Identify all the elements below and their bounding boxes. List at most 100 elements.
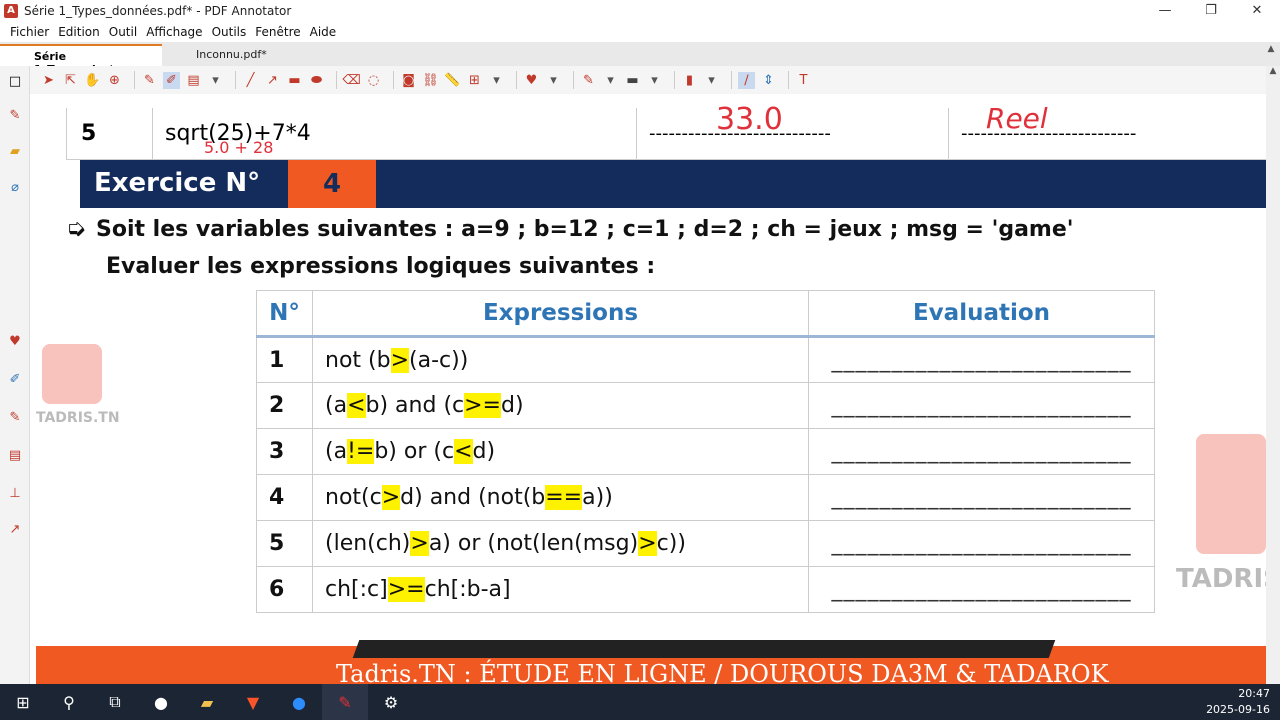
file-explorer-icon[interactable]: ▰ — [184, 684, 230, 720]
handwritten-eval-answer: 33.0 — [716, 102, 783, 137]
menu-outil[interactable]: Outil — [109, 25, 137, 39]
annotation-toolbar: ➤ ⇱ ✋ ⊕ ✎ ✐ ▤ ▾ ╱ ↗ ▬ ⬬ ⌫ ◌ ◙ ⛓ 📏 ⊞ ▾ ♥ … — [30, 66, 1280, 94]
menu-outils[interactable]: Outils — [212, 25, 247, 39]
insert-dropdown-icon[interactable]: ▾ — [488, 72, 505, 89]
highlighter-icon[interactable]: ✐ — [163, 71, 180, 89]
row-number: 2 — [256, 382, 313, 429]
row-number: 1 — [256, 336, 313, 383]
app-pinned-icon[interactable]: ● — [138, 684, 184, 720]
zoom-icon[interactable]: ⊕ — [106, 72, 123, 89]
pen-color-dropdown-icon[interactable]: ▾ — [602, 72, 619, 89]
lasso-icon[interactable]: ◌ — [365, 72, 382, 89]
row-expression: (len(ch)>a) or (not(len(msg)>c)) — [312, 520, 809, 567]
annotations-icon[interactable]: ✎ — [6, 108, 24, 126]
row-evaluation: ---------------------------- — [637, 108, 949, 159]
windows-start-icon[interactable]: ⊞ — [0, 684, 46, 720]
menu-fenetre[interactable]: Fenêtre — [255, 25, 300, 39]
exercise-label: Exercice N° — [94, 168, 261, 198]
toolbar-separator — [674, 71, 675, 89]
text-box-icon[interactable]: ▤ — [185, 72, 202, 89]
instruction-text: Evaluer les expressions logiques suivant… — [106, 254, 656, 279]
pen-dropdown-icon[interactable]: ▾ — [207, 72, 224, 89]
handwritten-type-answer: Reel — [986, 102, 1048, 135]
row-evaluation-blank: _________________________ — [808, 336, 1155, 383]
smooth-stroke-icon[interactable]: ∕ — [738, 71, 755, 89]
folder-icon[interactable]: ▰ — [6, 144, 24, 162]
camera-icon[interactable]: ◙ — [400, 72, 417, 89]
toolbar-separator — [393, 71, 394, 89]
settings-gear-icon[interactable]: ⚙ — [368, 684, 414, 720]
text-tool-icon[interactable]: T — [795, 72, 812, 89]
pen-icon[interactable]: ✎ — [141, 72, 158, 89]
document-tab-bar: Série 1_Types_d...* Inconnu.pdf* ▲ — [0, 42, 1280, 76]
page-view-icon[interactable]: □ — [6, 74, 24, 92]
row-number: 3 — [256, 428, 313, 475]
menu-bar: Fichier Edition Outil Affichage Outils F… — [0, 22, 1280, 42]
eraser-icon[interactable]: ⌫ — [342, 72, 360, 89]
line-icon[interactable]: ╱ — [242, 72, 259, 89]
zoom-app-icon[interactable]: ● — [276, 684, 322, 720]
toolbar-separator — [134, 71, 135, 89]
variables-text: Soit les variables suivantes : a=9 ; b=1… — [96, 217, 1074, 242]
menu-edition[interactable]: Edition — [58, 25, 100, 39]
hand-tool-icon[interactable]: ✋ — [84, 72, 101, 89]
menu-fichier[interactable]: Fichier — [10, 25, 49, 39]
pen-color-icon[interactable]: ✎ — [580, 72, 597, 89]
system-clock[interactable]: 20:47 2025-09-16 — [1206, 686, 1270, 718]
variables-prompt: ➭ Soit les variables suivantes : a=9 ; b=… — [66, 214, 1074, 242]
select-text-icon[interactable]: ⇱ — [62, 72, 79, 89]
row-expression: not (b>(a-c)) — [312, 336, 809, 383]
pdf-page: 5 sqrt(25)+7*4 -------------------------… — [36, 94, 1266, 684]
row-expression: (a!=b) or (c<d) — [312, 428, 809, 475]
favorites-heart-icon[interactable]: ♥ — [523, 72, 540, 89]
line-tool-icon[interactable]: ↗ — [6, 522, 24, 540]
text-panel-icon[interactable]: ▤ — [6, 448, 24, 466]
row-evaluation-blank: _________________________ — [808, 566, 1155, 613]
favorites-dropdown-icon[interactable]: ▾ — [545, 72, 562, 89]
table-row: 1 not (b>(a-c)) ________________________… — [256, 336, 1155, 383]
menu-aide[interactable]: Aide — [310, 25, 337, 39]
color-dropdown-icon[interactable]: ▾ — [703, 72, 720, 89]
table-row: 6 ch[:c]>=ch[:b-a] _____________________… — [256, 566, 1155, 613]
scroll-up-arrow-icon[interactable]: ▲ — [1266, 66, 1280, 76]
insert-icon[interactable]: ⊞ — [466, 72, 483, 89]
tadris-watermark-right: TADRIS — [1176, 564, 1266, 594]
tab-scroll-up-icon[interactable]: ▲ — [1264, 44, 1278, 64]
close-button[interactable]: ✕ — [1234, 0, 1280, 22]
menu-affichage[interactable]: Affichage — [146, 25, 202, 39]
clock-date: 2025-09-16 — [1206, 703, 1270, 716]
select-arrow-icon[interactable]: ➤ — [40, 72, 57, 89]
table-row: 2 (a<b) and (c>=d) _____________________… — [256, 382, 1155, 429]
page-fit-icon[interactable]: ⇕ — [760, 72, 777, 89]
left-tool-panel: □ ✎ ▰ ⌀ ♥ ✐ ✎ ▤ ⊥ ↗ — [0, 66, 30, 686]
ruler-icon[interactable]: 📏 — [444, 72, 461, 89]
tab-inconnu[interactable]: Inconnu.pdf* — [162, 44, 324, 66]
attachment-icon[interactable]: ⌀ — [6, 180, 24, 198]
row-expression: ch[:c]>=ch[:b-a] — [312, 566, 809, 613]
rectangle-icon[interactable]: ▬ — [286, 72, 303, 89]
ellipse-icon[interactable]: ⬬ — [308, 72, 325, 89]
row-number: 5 — [67, 108, 153, 159]
arrow-line-icon[interactable]: ↗ — [264, 72, 281, 89]
brave-browser-icon[interactable]: ▼ — [230, 684, 276, 720]
tadris-robot-watermark-left — [42, 344, 102, 404]
vertical-scrollbar[interactable]: ▲ — [1266, 66, 1280, 686]
toolbar-separator — [788, 71, 789, 89]
task-view-icon[interactable]: ⧉ — [92, 684, 138, 720]
maximize-button[interactable]: ❐ — [1188, 0, 1234, 22]
line-width-icon[interactable]: ▬ — [624, 72, 641, 89]
line-width-dropdown-icon[interactable]: ▾ — [646, 72, 663, 89]
row-evaluation-blank: _________________________ — [808, 428, 1155, 475]
search-icon[interactable]: ⚲ — [46, 684, 92, 720]
favorite-heart-icon[interactable]: ♥ — [6, 334, 24, 352]
tab-serie1[interactable]: Série 1_Types_d...* — [0, 44, 162, 76]
minimize-button[interactable]: — — [1142, 0, 1188, 22]
link-icon[interactable]: ⛓ — [422, 72, 439, 89]
marker-icon[interactable]: ✎ — [6, 410, 24, 428]
color-swatch-icon[interactable]: ▮ — [681, 72, 698, 89]
stamp-icon[interactable]: ⊥ — [6, 486, 24, 504]
toolbar-separator — [516, 71, 517, 89]
pdf-annotator-taskbar-icon[interactable]: ✎ — [322, 684, 368, 720]
pen-tool-icon[interactable]: ✐ — [6, 372, 24, 390]
logical-expressions-table: N° Expressions Evaluation 1 not (b>(a-c)… — [256, 290, 1155, 613]
